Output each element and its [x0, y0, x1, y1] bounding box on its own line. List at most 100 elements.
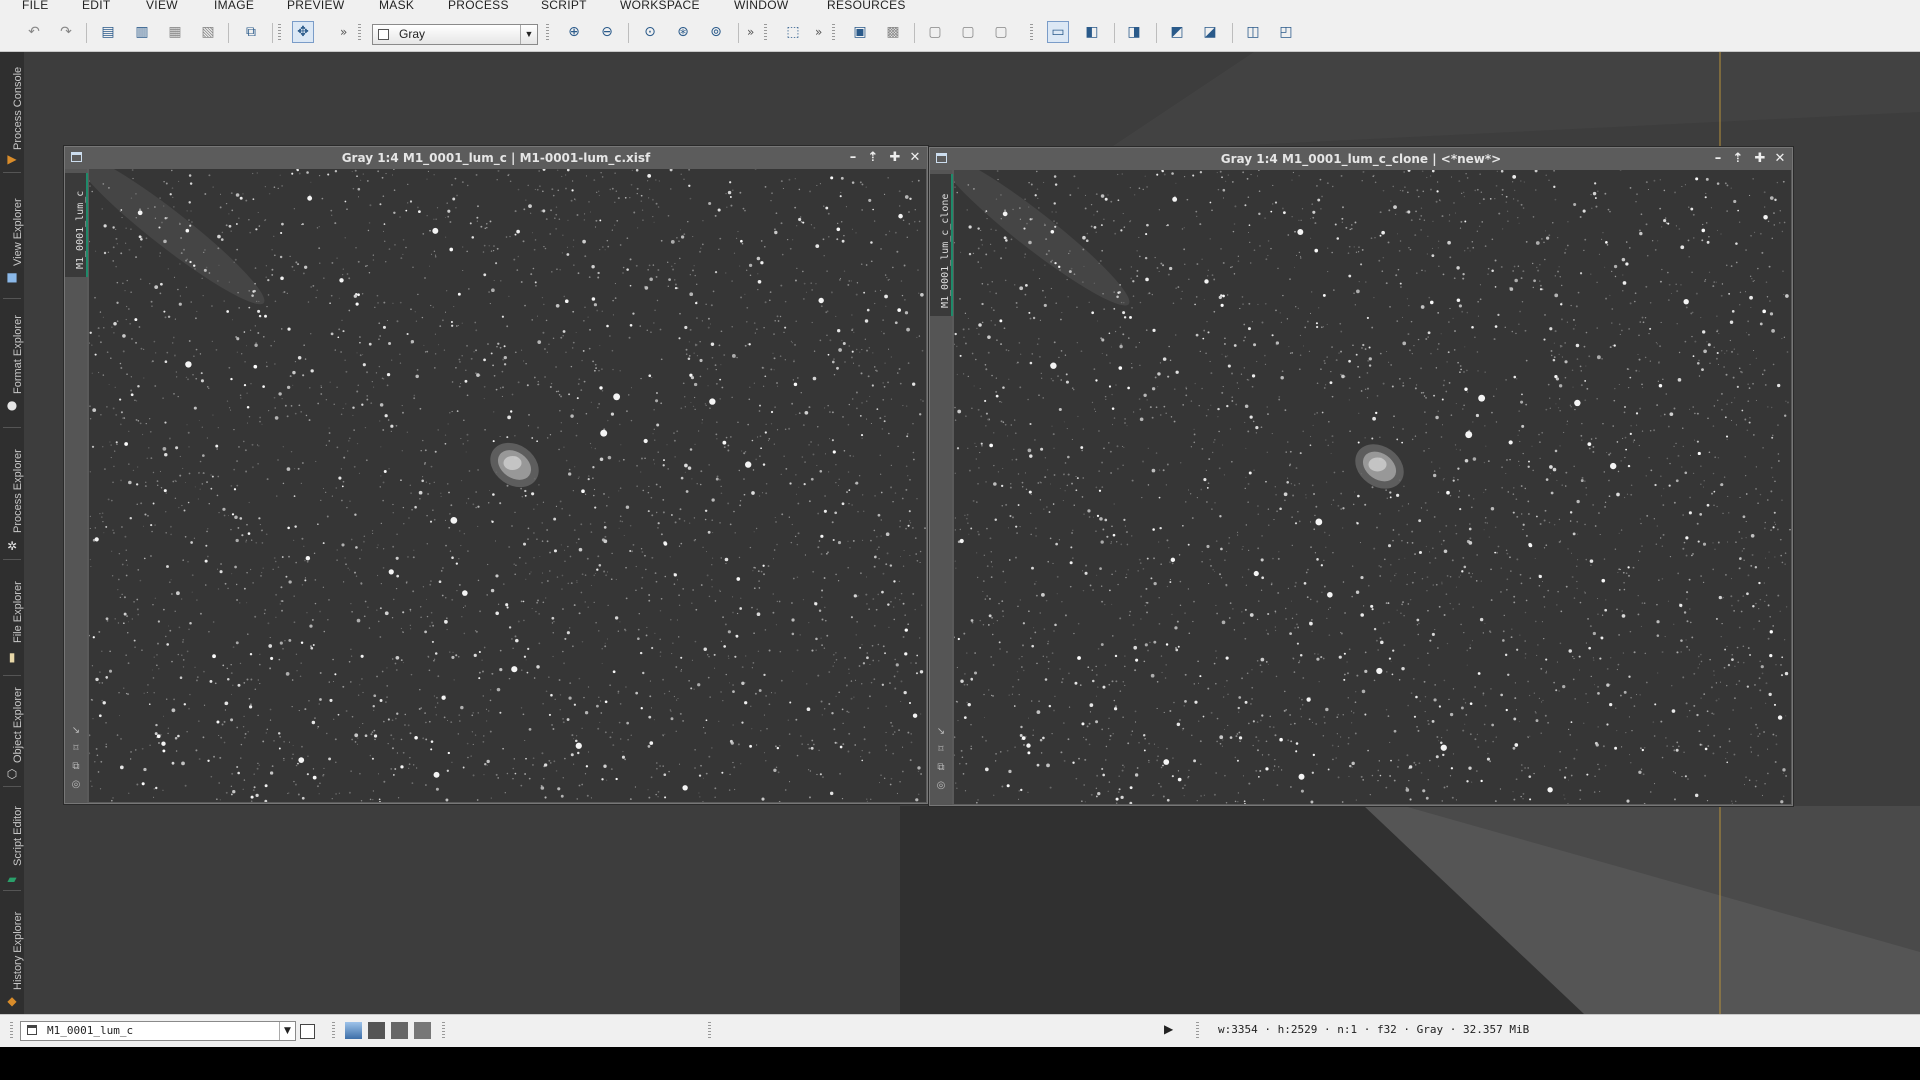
- view-id-tab[interactable]: M1_0001_lum_c_clone: [930, 174, 953, 316]
- zoom-custom-icon[interactable]: ⊚: [706, 22, 726, 42]
- save-as-icon[interactable]: ▧: [198, 22, 218, 42]
- toolbar-grip[interactable]: [832, 24, 835, 42]
- toolbar-grip[interactable]: [1030, 24, 1033, 42]
- image-canvas[interactable]: [89, 169, 926, 802]
- target-icon[interactable]: ◎: [70, 779, 82, 791]
- redo-icon[interactable]: ↷: [56, 22, 76, 42]
- menu-preview[interactable]: PREVIEW: [287, 0, 344, 12]
- toolbar-separator: [914, 23, 915, 43]
- view-mode-select[interactable]: Gray ▼: [372, 24, 538, 45]
- fit-icon[interactable]: ⌑: [70, 743, 82, 755]
- dock-tab-object-explorer[interactable]: Object Explorer ⬡: [0, 679, 24, 783]
- channel-green-icon[interactable]: [391, 1022, 408, 1039]
- play-icon[interactable]: ▶: [1164, 1022, 1173, 1036]
- track-view-icon[interactable]: ◧: [1082, 22, 1102, 42]
- starfield-image: [89, 169, 926, 802]
- window-title-bar[interactable]: Gray 1:4 M1_0001_lum_c | M1-0001-lum_c.x…: [65, 147, 927, 169]
- new-preview-icon[interactable]: ⧉: [241, 22, 261, 42]
- dock-tab-script-editor[interactable]: Script Editor ▰: [0, 790, 24, 900]
- statusbar-grip[interactable]: [708, 1022, 711, 1040]
- window-title-bar[interactable]: Gray 1:4 M1_0001_lum_c_clone | <*new*> –…: [930, 148, 1792, 170]
- drag-view-icon[interactable]: ↘: [70, 725, 82, 737]
- menu-edit[interactable]: EDIT: [82, 0, 111, 12]
- image-window-icon: [27, 1025, 37, 1035]
- toolbar-overflow-icon[interactable]: »: [340, 25, 347, 39]
- stf-auto-icon[interactable]: ◩: [1167, 22, 1187, 42]
- close-icon[interactable]: ✕: [907, 150, 923, 166]
- menu-mask[interactable]: MASK: [379, 0, 414, 12]
- channel-blue-icon[interactable]: [414, 1022, 431, 1039]
- zoom-in-icon[interactable]: ⊕: [564, 22, 584, 42]
- zoom-1-1-icon[interactable]: ⊙: [640, 22, 660, 42]
- display-channel-icon[interactable]: ◨: [1124, 22, 1144, 42]
- dock-tab-file-explorer[interactable]: File Explorer ▮: [0, 563, 24, 673]
- preview-delete-icon[interactable]: ▩: [883, 22, 903, 42]
- channel-red-icon[interactable]: [368, 1022, 385, 1039]
- image-canvas[interactable]: [954, 170, 1791, 804]
- menu-script[interactable]: SCRIPT: [541, 0, 587, 12]
- statusbar-grip[interactable]: [332, 1022, 335, 1040]
- menu-file[interactable]: FILE: [22, 0, 49, 12]
- shade-icon[interactable]: ⇡: [1730, 151, 1746, 167]
- toolbar-separator: [1114, 23, 1115, 43]
- image-window[interactable]: Gray 1:4 M1_0001_lum_c | M1-0001-lum_c.x…: [64, 146, 928, 804]
- toolbar-separator: [1156, 23, 1157, 43]
- statusbar-grip[interactable]: [442, 1022, 445, 1040]
- new-image-icon[interactable]: ▤: [98, 22, 118, 42]
- window-alt-icon[interactable]: ▢: [958, 22, 978, 42]
- channel-rgb-icon[interactable]: [345, 1022, 362, 1039]
- minimize-icon[interactable]: –: [1710, 151, 1726, 167]
- dock-tab-label: Script Editor: [12, 806, 24, 866]
- statusbar-grip[interactable]: [1196, 1022, 1199, 1040]
- dock-tab-history-explorer[interactable]: History Explorer ◆: [0, 894, 24, 1012]
- menu-process[interactable]: PROCESS: [448, 0, 509, 12]
- menu-workspace[interactable]: WORKSPACE: [620, 0, 700, 12]
- mask-icon[interactable]: ⬚: [783, 22, 803, 42]
- shade-icon[interactable]: ⇡: [865, 150, 881, 166]
- clone-icon[interactable]: ⧉: [935, 762, 947, 774]
- monitor-settings-icon[interactable]: ◰: [1276, 22, 1296, 42]
- toolbar-grip[interactable]: [278, 24, 281, 42]
- pan-mode-icon[interactable]: ✥: [292, 21, 314, 43]
- dock-tab-process-explorer[interactable]: Process Explorer ✲: [0, 431, 24, 557]
- open-icon[interactable]: ▥: [132, 22, 152, 42]
- fit-icon[interactable]: ⌑: [935, 744, 947, 756]
- view-id-tab[interactable]: M1_0001_lum_c: [65, 173, 88, 277]
- view-list-toggle-icon[interactable]: [300, 1024, 315, 1039]
- dock-tab-format-explorer[interactable]: Format Explorer ●: [0, 302, 24, 426]
- menu-bar: FILE EDIT VIEW IMAGE PREVIEW MASK PROCES…: [0, 0, 1920, 14]
- undo-icon[interactable]: ↶: [24, 22, 44, 42]
- save-icon[interactable]: ▦: [165, 22, 185, 42]
- toolbar-grip[interactable]: [546, 24, 549, 42]
- menu-image[interactable]: IMAGE: [214, 0, 254, 12]
- menu-window[interactable]: WINDOW: [734, 0, 788, 12]
- view-list-select[interactable]: M1_0001_lum_c ▼: [20, 1021, 296, 1041]
- clone-icon[interactable]: ⧉: [70, 761, 82, 773]
- dock-separator: [3, 298, 21, 299]
- target-icon[interactable]: ◎: [935, 780, 947, 792]
- toolbar-overflow-icon[interactable]: »: [815, 25, 822, 39]
- maximize-icon[interactable]: ✚: [1752, 151, 1768, 167]
- minimize-icon[interactable]: –: [845, 150, 861, 166]
- zoom-fit-icon[interactable]: ⊛: [673, 22, 693, 42]
- menu-resources[interactable]: RESOURCES: [827, 0, 906, 12]
- toolbar-grip[interactable]: [358, 24, 361, 42]
- dock-tab-view-explorer[interactable]: View Explorer ■: [0, 176, 24, 296]
- preview-icon[interactable]: ▣: [850, 22, 870, 42]
- monitor-icon[interactable]: ◫: [1243, 22, 1263, 42]
- window-icon[interactable]: ▢: [925, 22, 945, 42]
- dock-tab-label: File Explorer: [12, 581, 24, 643]
- zoom-out-icon[interactable]: ⊖: [597, 22, 617, 42]
- screen-stretch-icon[interactable]: ▭: [1047, 21, 1069, 43]
- stf-reset-icon[interactable]: ◪: [1200, 22, 1220, 42]
- close-icon[interactable]: ✕: [1772, 151, 1788, 167]
- statusbar-grip[interactable]: [10, 1022, 13, 1040]
- dock-tab-process-console[interactable]: Process Console ▶: [0, 52, 24, 170]
- window-third-icon[interactable]: ▢: [991, 22, 1011, 42]
- menu-view[interactable]: VIEW: [146, 0, 178, 12]
- image-window-clone[interactable]: Gray 1:4 M1_0001_lum_c_clone | <*new*> –…: [929, 147, 1793, 806]
- drag-view-icon[interactable]: ↘: [935, 726, 947, 738]
- toolbar-overflow-icon[interactable]: »: [747, 25, 754, 39]
- toolbar-grip[interactable]: [764, 24, 767, 42]
- maximize-icon[interactable]: ✚: [887, 150, 903, 166]
